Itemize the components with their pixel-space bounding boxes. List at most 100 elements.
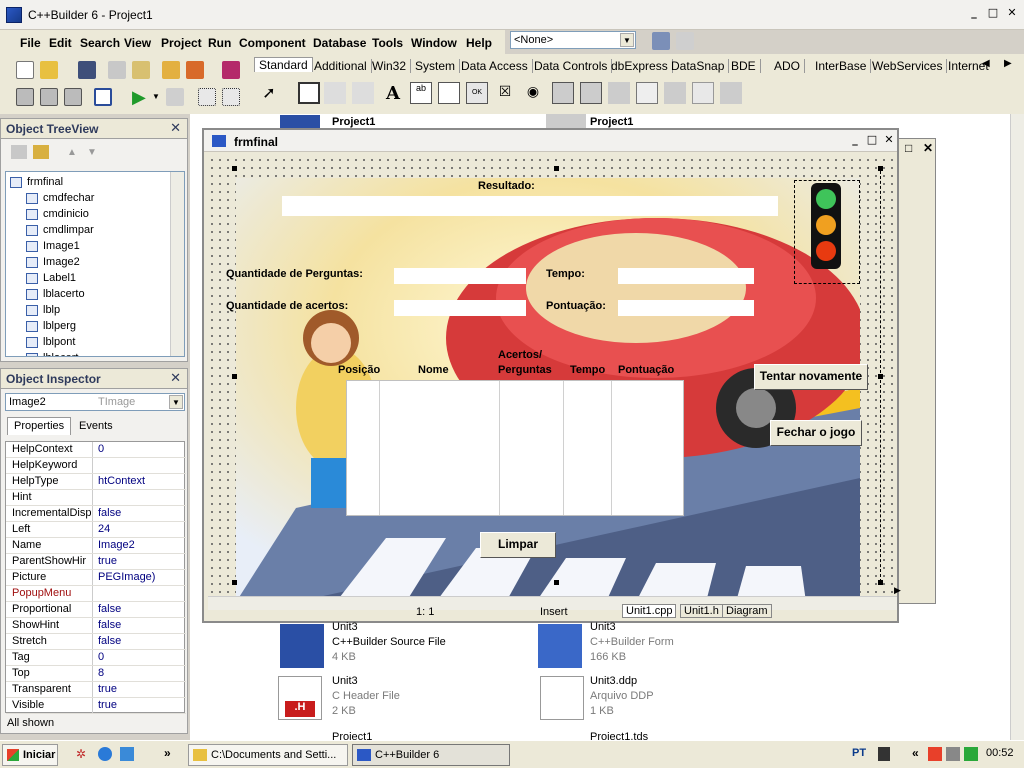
tree-item[interactable]: lblacert [26, 350, 78, 356]
property-row[interactable]: Left 24 [6, 522, 186, 538]
property-value[interactable]: false [98, 619, 121, 631]
run-dropdown-icon[interactable]: ▼ [152, 92, 160, 101]
more-icon[interactable]: » [164, 746, 171, 760]
tab-system[interactable]: System [411, 59, 461, 73]
tree-list[interactable]: frmfinal cmdfechar cmdinicio cmdlimpar I… [5, 171, 185, 357]
selection-handle[interactable] [554, 166, 559, 171]
step-over-icon[interactable] [222, 88, 240, 106]
tab-dbexpress[interactable]: dbExpress [607, 59, 673, 73]
radiobutton-icon[interactable]: ◉ [522, 82, 544, 104]
limpar-button[interactable]: Limpar [480, 532, 556, 558]
property-row[interactable]: Transparent true [6, 682, 186, 698]
new-icon[interactable] [16, 61, 34, 79]
scroll-right-icon[interactable]: ▶ [894, 585, 901, 596]
tree-item[interactable]: Image2 [26, 254, 80, 270]
tab-win32[interactable]: Win32 [368, 59, 412, 73]
tree-scrollbar[interactable] [170, 172, 184, 356]
ie-icon[interactable] [98, 747, 112, 761]
minimize-icon[interactable]: _ [847, 133, 863, 148]
open-icon[interactable] [40, 61, 58, 79]
form-client-area[interactable]: Resultado: Quantidade de Perguntas: Temp… [208, 156, 897, 602]
editor-tab-unit1h[interactable]: Unit1.h [680, 604, 723, 618]
pause-icon[interactable] [166, 88, 184, 106]
close-icon[interactable]: ✕ [1004, 6, 1020, 21]
button-icon[interactable]: OK [466, 82, 488, 104]
editor-tab-diagram[interactable]: Diagram [722, 604, 772, 618]
property-row[interactable]: Hint [6, 490, 186, 506]
toggle-icon[interactable] [676, 32, 694, 50]
pontuacao-field[interactable] [618, 300, 754, 316]
cpp-file-icon[interactable] [280, 624, 324, 668]
ddp-file-icon[interactable] [540, 676, 584, 720]
property-row[interactable]: HelpContext 0 [6, 442, 186, 458]
property-row[interactable]: ParentShowHir true [6, 554, 186, 570]
maximize-icon[interactable]: □ [985, 6, 1001, 21]
tab-scroll-left-icon[interactable]: ◀ [982, 58, 990, 69]
tab-webservices[interactable]: WebServices [868, 59, 948, 73]
menu-search[interactable]: Search [80, 36, 120, 50]
speaker-icon[interactable] [878, 747, 890, 761]
view-unit-icon[interactable] [16, 88, 34, 106]
qtd-perguntas-field[interactable] [394, 268, 526, 284]
property-row[interactable]: PopupMenu [6, 586, 186, 602]
tab-events[interactable]: Events [73, 419, 119, 435]
tray-app-icon[interactable] [928, 747, 942, 761]
tree-item[interactable]: cmdfechar [26, 190, 94, 206]
frame-icon[interactable] [298, 82, 320, 104]
tree-item[interactable]: lblpont [26, 334, 75, 350]
run-icon[interactable]: ▶ [132, 88, 146, 106]
tab-scroll-right-icon[interactable]: ▶ [1004, 58, 1012, 69]
label-icon[interactable]: A [382, 82, 404, 104]
mainmenu-icon[interactable] [324, 82, 346, 104]
remove-file-icon[interactable] [186, 61, 204, 79]
property-row[interactable]: Tag 0 [6, 650, 186, 666]
tray-antivirus-icon[interactable] [964, 747, 978, 761]
panel-icon[interactable] [692, 82, 714, 104]
form-file-icon[interactable] [538, 624, 582, 668]
tree-root[interactable]: frmfinal [10, 174, 63, 190]
tab-data-controls[interactable]: Data Controls [530, 59, 613, 73]
menu-database[interactable]: Database [313, 36, 366, 50]
tray-network-icon[interactable] [946, 747, 960, 761]
view-form-icon[interactable] [40, 88, 58, 106]
memo-icon[interactable] [438, 82, 460, 104]
property-value[interactable]: 0 [98, 651, 104, 663]
menu-window[interactable]: Window [411, 36, 457, 50]
property-row[interactable]: HelpType htContext [6, 474, 186, 490]
property-row[interactable]: Stretch false [6, 634, 186, 650]
tree-item[interactable]: cmdlimpar [26, 222, 94, 238]
tree-item[interactable]: lblp [26, 302, 60, 318]
property-value[interactable]: 24 [98, 523, 110, 535]
tree-new-icon[interactable] [11, 145, 27, 159]
tab-standard[interactable]: Standard [254, 57, 313, 72]
file-unit3-cpp[interactable]: Unit3 C++Builder Source File 4 KB [332, 620, 446, 665]
menu-file[interactable]: File [20, 36, 41, 50]
close-icon[interactable]: ✕ [881, 133, 897, 148]
editor-close-icon[interactable]: ✕ [923, 141, 933, 155]
property-row[interactable]: ShowHint false [6, 618, 186, 634]
property-value[interactable]: false [98, 507, 121, 519]
tab-additional[interactable]: Additional [310, 59, 372, 73]
file-unit3-dfm[interactable]: Unit3 C++Builder Form 166 KB [590, 620, 674, 665]
help-book-icon[interactable] [222, 61, 240, 79]
start-button[interactable]: Iniciar [2, 744, 58, 766]
property-value[interactable]: false [98, 603, 121, 615]
tab-interbase[interactable]: InterBase [811, 59, 872, 73]
add-file-icon[interactable] [162, 61, 180, 79]
tempo-field[interactable] [618, 268, 754, 284]
new-form-icon[interactable] [94, 88, 112, 106]
quicklaunch-icon[interactable]: ✲ [76, 747, 90, 761]
tray-expand-icon[interactable]: « [912, 746, 919, 760]
checkbox-icon[interactable]: ☒ [494, 82, 516, 104]
property-value[interactable]: false [98, 635, 121, 647]
toggle-form-unit-icon[interactable] [64, 88, 82, 106]
config-combo[interactable]: <None> ▼ [510, 31, 636, 49]
close-icon[interactable]: ✕ [170, 371, 181, 386]
minimize-icon[interactable]: _ [966, 6, 982, 21]
tab-data-access[interactable]: Data Access [457, 59, 533, 73]
close-icon[interactable]: ✕ [170, 121, 181, 136]
tree-item[interactable]: Label1 [26, 270, 76, 286]
menu-view[interactable]: View [124, 36, 151, 50]
trace-into-icon[interactable] [198, 88, 216, 106]
taskbar-cbuilder[interactable]: C++Builder 6 [352, 744, 510, 766]
